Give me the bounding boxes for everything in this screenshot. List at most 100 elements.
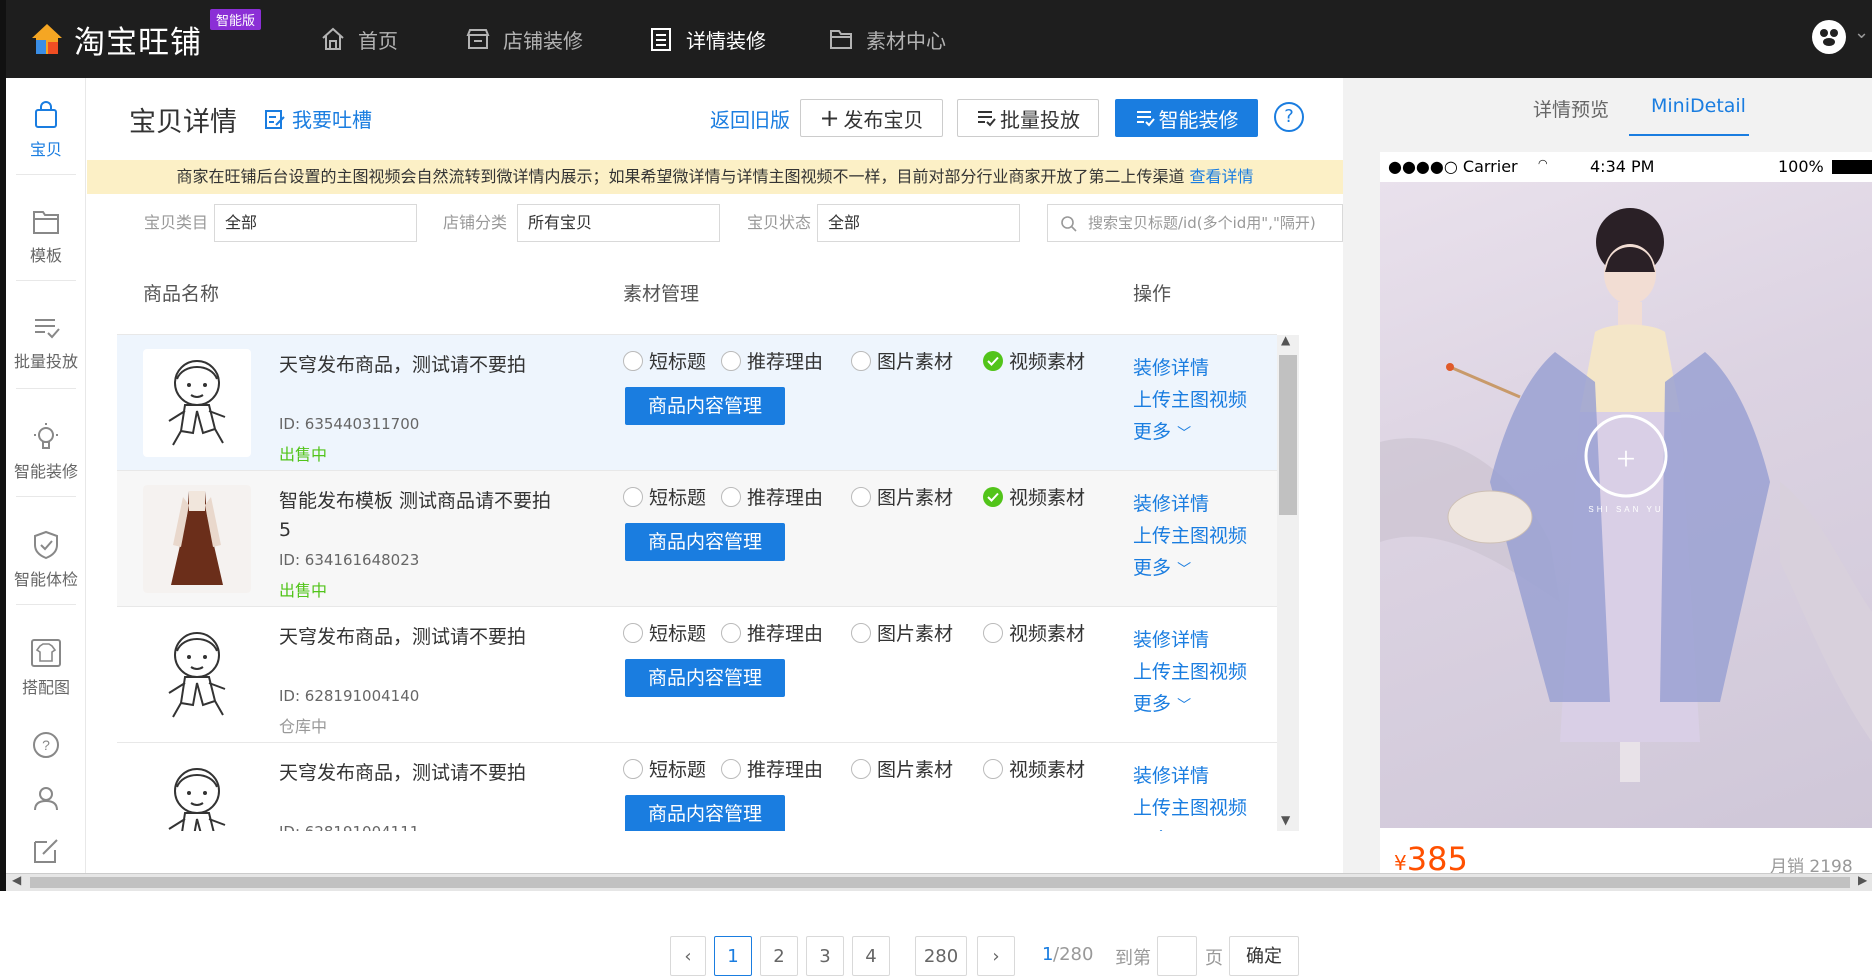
chevron-down-icon[interactable]: ⌄ (1854, 22, 1869, 43)
page-horizontal-scrollbar[interactable]: ◀ ▶ (6, 873, 1872, 891)
product-table: 商品名称 素材管理 操作 天穹发布商品，测试请不要拍 ID: 6354403117… (117, 253, 1300, 831)
scroll-up-arrow-icon[interactable]: ▲ (1281, 333, 1290, 347)
search-input[interactable]: 搜索宝贝标题/id(多个id用","隔开) (1047, 204, 1343, 242)
material-option-1[interactable]: 短标题 (623, 347, 706, 374)
more-dropdown[interactable]: 更多 ﹀ (1133, 825, 1191, 831)
decorate-detail-link[interactable]: 装修详情 (1133, 353, 1209, 380)
material-option-1[interactable]: 短标题 (623, 619, 706, 646)
complain-link-label: 我要吐槽 (292, 108, 372, 132)
material-option-2[interactable]: 推荐理由 (721, 619, 823, 646)
material-option-label: 图片素材 (877, 759, 954, 781)
sidebar-help[interactable]: ? (6, 730, 86, 766)
material-option-label: 图片素材 (877, 623, 954, 645)
filter-status-select[interactable]: 全部 (817, 204, 1020, 242)
material-option-4[interactable]: 视频素材 (983, 483, 1085, 510)
tab-detail-preview[interactable]: 详情预览 (1533, 95, 1609, 122)
last-page-button[interactable]: 280 (915, 936, 967, 976)
more-label: 更多 (1133, 421, 1172, 443)
page-3-button[interactable]: 3 (806, 936, 844, 976)
product-thumbnail[interactable] (143, 349, 251, 457)
content-manage-button[interactable]: 商品内容管理 (625, 523, 785, 561)
material-option-3[interactable]: 图片素材 (851, 619, 953, 646)
radio-circle-icon (983, 622, 1003, 643)
content-manage-button[interactable]: 商品内容管理 (625, 387, 785, 425)
decorate-detail-link[interactable]: 装修详情 (1133, 625, 1209, 652)
scroll-right-arrow-icon[interactable]: ▶ (1858, 873, 1867, 887)
product-name[interactable]: 天穹发布商品，测试请不要拍 (279, 759, 559, 788)
material-option-3[interactable]: 图片素材 (851, 755, 953, 782)
next-page-button[interactable]: › (977, 936, 1015, 976)
sidebar-edit[interactable] (6, 836, 86, 872)
material-option-3[interactable]: 图片素材 (851, 347, 953, 374)
page-1-button[interactable]: 1 (714, 936, 752, 976)
material-option-3[interactable]: 图片素材 (851, 483, 953, 510)
material-option-label: 推荐理由 (747, 487, 824, 509)
goto-page-input[interactable] (1157, 936, 1197, 976)
material-option-2[interactable]: 推荐理由 (721, 483, 823, 510)
sidebar-item-batch[interactable]: 批量投放 (6, 314, 86, 372)
content-manage-button[interactable]: 商品内容管理 (625, 659, 785, 697)
material-option-2[interactable]: 推荐理由 (721, 347, 823, 374)
sidebar-item-health-check[interactable]: 智能体检 (6, 530, 86, 590)
radio-circle-icon (851, 622, 871, 643)
sidebar-item-items[interactable]: 宝贝 (6, 100, 86, 160)
nav-material-center[interactable]: 素材中心 (828, 20, 946, 58)
radio-circle-icon (721, 350, 741, 371)
upload-main-video-link[interactable]: 上传主图视频 (1133, 521, 1247, 548)
logo-text: 淘宝旺铺 (74, 24, 202, 61)
nav-detail-decoration[interactable]: 详情装修 (648, 20, 766, 58)
material-option-1[interactable]: 短标题 (623, 483, 706, 510)
material-option-4[interactable]: 视频素材 (983, 619, 1085, 646)
product-name[interactable]: 天穹发布商品，测试请不要拍 (279, 351, 559, 380)
tab-minidetail[interactable]: MiniDetail (1651, 95, 1746, 117)
smart-decoration-button[interactable]: 智能装修 (1115, 99, 1258, 137)
taobao-wangpu-logo[interactable]: 淘宝旺铺 (28, 16, 202, 62)
more-dropdown[interactable]: 更多 ﹀ (1133, 417, 1191, 444)
sidebar-contact[interactable] (6, 783, 86, 819)
more-dropdown[interactable]: 更多 ﹀ (1133, 553, 1191, 580)
horizontal-scrollbar-thumb[interactable] (30, 877, 1850, 888)
page-2-button[interactable]: 2 (760, 936, 798, 976)
notice-detail-link[interactable]: 查看详情 (1190, 167, 1254, 186)
scroll-left-arrow-icon[interactable]: ◀ (12, 873, 21, 887)
product-thumbnail[interactable] (143, 757, 251, 831)
upload-main-video-link[interactable]: 上传主图视频 (1133, 793, 1247, 820)
complain-link[interactable]: 我要吐槽 (264, 104, 372, 133)
nav-store-decoration[interactable]: 店铺装修 (465, 20, 583, 58)
material-option-4[interactable]: 视频素材 (983, 347, 1085, 374)
more-dropdown[interactable]: 更多 ﹀ (1133, 689, 1191, 716)
checkmark-icon (983, 350, 1003, 371)
decorate-detail-link[interactable]: 装修详情 (1133, 489, 1209, 516)
upload-main-video-link[interactable]: 上传主图视频 (1133, 657, 1247, 684)
product-name[interactable]: 天穹发布商品，测试请不要拍 (279, 623, 559, 652)
publish-item-button[interactable]: + 发布宝贝 (800, 99, 943, 137)
product-thumbnail[interactable] (143, 485, 251, 593)
prev-page-button[interactable]: ‹ (670, 936, 706, 976)
filter-category-select[interactable]: 全部 (214, 204, 417, 242)
back-to-old-version-link[interactable]: 返回旧版 (710, 104, 790, 133)
product-thumbnail[interactable] (143, 621, 251, 729)
goto-confirm-button[interactable]: 确定 (1229, 936, 1299, 976)
product-name[interactable]: 智能发布模板 测试商品请不要拍5 (279, 487, 559, 545)
nav-home[interactable]: 首页 (320, 20, 398, 58)
sidebar-item-smart-decoration[interactable]: 智能装修 (6, 422, 86, 482)
material-option-2[interactable]: 推荐理由 (721, 755, 823, 782)
filter-shop-category-select[interactable]: 所有宝贝 (517, 204, 720, 242)
help-button[interactable]: ? (1274, 102, 1304, 132)
user-avatar[interactable] (1812, 20, 1846, 54)
page-4-button[interactable]: 4 (852, 936, 890, 976)
scroll-down-arrow-icon[interactable]: ▼ (1281, 813, 1290, 827)
customer-service-icon (34, 787, 58, 811)
content-manage-button[interactable]: 商品内容管理 (625, 795, 785, 831)
product-main-image[interactable]: + SHI SAN YU (1380, 182, 1872, 828)
material-option-1[interactable]: 短标题 (623, 755, 706, 782)
upload-main-video-link[interactable]: 上传主图视频 (1133, 385, 1247, 412)
sidebar-item-matching[interactable]: 搭配图 (6, 638, 86, 698)
material-option-label: 短标题 (649, 759, 707, 781)
table-scrollbar-thumb[interactable] (1279, 355, 1297, 515)
batch-deploy-button[interactable]: 批量投放 (957, 99, 1099, 137)
material-option-4[interactable]: 视频素材 (983, 755, 1085, 782)
decorate-detail-link[interactable]: 装修详情 (1133, 761, 1209, 788)
sidebar-item-templates[interactable]: 模板 (6, 208, 86, 266)
notice-text: 商家在旺铺后台设置的主图视频会自然流转到微详情内展示；如果希望微详情与详情主图视… (176, 167, 1185, 186)
